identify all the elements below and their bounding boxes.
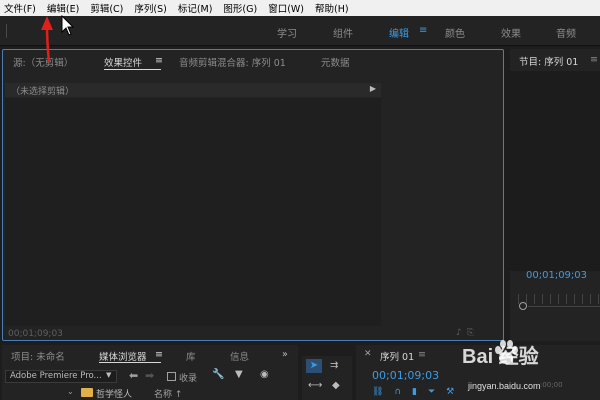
- timeline-timecode[interactable]: 00;01;09;03: [372, 369, 439, 382]
- menu-window[interactable]: 窗口(W): [268, 1, 304, 15]
- tab-effect-controls[interactable]: 效果控件: [104, 55, 142, 69]
- menu-clip[interactable]: 剪辑(C): [90, 1, 123, 15]
- ripple-edit-icon[interactable]: ⟷: [308, 380, 322, 391]
- clip-header: （未选择剪辑） ▶: [5, 83, 381, 97]
- ingest-label: 收录: [179, 374, 198, 384]
- workspace-tab-assembly[interactable]: 组件: [333, 25, 353, 40]
- baidu-paw-icon: [495, 340, 518, 364]
- source-panel-tabs: 源:（无剪辑） 效果控件 ≡ 音频剪辑混合器: 序列 01 元数据: [3, 50, 503, 72]
- tab-media-browser[interactable]: 媒体浏览器: [99, 349, 147, 363]
- program-menu-icon[interactable]: ≡: [590, 54, 598, 65]
- list-item[interactable]: ⌄ 哲学怪人 名称 ↑: [2, 386, 298, 400]
- track-select-icon[interactable]: ⇉: [330, 360, 338, 371]
- play-arrow-icon[interactable]: ▶: [370, 84, 376, 93]
- chevron-down-icon[interactable]: ▼: [106, 371, 111, 379]
- chevron-down-icon[interactable]: ⌄: [67, 387, 74, 396]
- tab-audio-clip-mixer[interactable]: 音频剪辑混合器: 序列 01: [179, 55, 286, 69]
- ingest-checkbox[interactable]: [167, 372, 176, 381]
- filter-icon[interactable]: ▼: [235, 369, 243, 380]
- menu-graphics[interactable]: 图形(G): [223, 1, 257, 15]
- timeline-title[interactable]: 序列 01: [380, 349, 414, 363]
- tab-info[interactable]: 信息: [230, 349, 249, 363]
- tab-project[interactable]: 项目: 未命名: [11, 349, 65, 363]
- workspace-bar: 学习 组件 编辑 ≡ 颜色 效果 音频: [0, 16, 600, 46]
- panel-menu-icon[interactable]: ≡: [155, 55, 163, 66]
- tab-libraries[interactable]: 库: [186, 349, 196, 363]
- annotation-arrow-icon: [41, 16, 53, 63]
- workspace-tab-color[interactable]: 颜色: [445, 25, 465, 40]
- program-monitor-panel: 节目: 序列 01 ≡ 00;01;09;03: [510, 49, 600, 341]
- workspace-menu-icon[interactable]: ≡: [419, 25, 427, 36]
- baidu-watermark: Bai 经验 jingyan.baidu.com: [450, 336, 600, 400]
- wrench-icon[interactable]: 🔧: [212, 369, 224, 380]
- name-column-header[interactable]: 名称 ↑: [154, 387, 182, 400]
- forward-arrow-icon[interactable]: ➡: [145, 369, 154, 382]
- program-timecode[interactable]: 00;01;09;03: [526, 270, 587, 281]
- program-scrub-ruler[interactable]: [518, 294, 600, 304]
- source-timecode: 00;01;09;03: [8, 329, 63, 339]
- playhead-handle[interactable]: [519, 302, 527, 310]
- program-title[interactable]: 节目: 序列 01: [519, 54, 578, 68]
- menu-markers[interactable]: 标记(M): [178, 1, 213, 15]
- media-browser-panel: 项目: 未命名 媒体浏览器 ≡ 库 信息 » Adobe Premiere Pr…: [2, 345, 298, 400]
- menu-edit[interactable]: 编辑(E): [47, 1, 79, 15]
- workspace-divider: [6, 24, 7, 38]
- mouse-cursor-icon: [61, 15, 75, 36]
- folder-icon: [81, 388, 93, 397]
- eye-icon[interactable]: ◉: [260, 369, 269, 380]
- watermark-url: jingyan.baidu.com: [468, 381, 541, 391]
- menu-sequence[interactable]: 序列(S): [134, 1, 166, 15]
- active-tab-underline: [104, 69, 161, 70]
- workspace-tab-learning[interactable]: 学习: [277, 25, 297, 40]
- program-video-area: [510, 71, 600, 271]
- effect-controls-area: [5, 98, 381, 326]
- menu-bar: 文件(F) 编辑(E) 剪辑(C) 序列(S) 标记(M) 图形(G) 窗口(W…: [0, 0, 600, 16]
- back-arrow-icon[interactable]: ⬅: [129, 369, 138, 382]
- media-source-select[interactable]: Adobe Premiere Pro...: [5, 370, 117, 383]
- close-icon[interactable]: ✕: [364, 349, 372, 359]
- folder-label: 哲学怪人: [96, 390, 133, 400]
- tab-metadata[interactable]: 元数据: [321, 55, 350, 69]
- menu-file[interactable]: 文件(F): [4, 1, 36, 15]
- effect-controls-panel: 源:（无剪辑） 效果控件 ≡ 音频剪辑混合器: 序列 01 元数据 （未选择剪辑…: [2, 49, 504, 341]
- timeline-menu-icon[interactable]: ≡: [418, 349, 426, 360]
- selection-tool-icon[interactable]: ➤: [306, 359, 322, 373]
- program-scrub-line: [528, 306, 600, 307]
- workspace-tab-effects[interactable]: 效果: [501, 25, 521, 40]
- menu-help[interactable]: 帮助(H): [315, 1, 349, 15]
- workspace-tab-editing[interactable]: 编辑: [389, 25, 409, 40]
- media-browser-toolbar: Adobe Premiere Pro... ▼ ⬅ ➡ 收录 🔧 ▼ ◉: [2, 368, 298, 384]
- panel-menu-icon[interactable]: ≡: [155, 349, 163, 360]
- tools-panel: ➤ ⇉ ⟷ ◆: [302, 356, 352, 400]
- no-clip-label: （未选择剪辑）: [11, 87, 75, 97]
- more-panels-icon[interactable]: »: [282, 349, 288, 360]
- workspace-tab-audio[interactable]: 音频: [556, 25, 576, 40]
- razor-tool-icon[interactable]: ◆: [332, 380, 340, 391]
- active-tab-underline: [99, 362, 161, 363]
